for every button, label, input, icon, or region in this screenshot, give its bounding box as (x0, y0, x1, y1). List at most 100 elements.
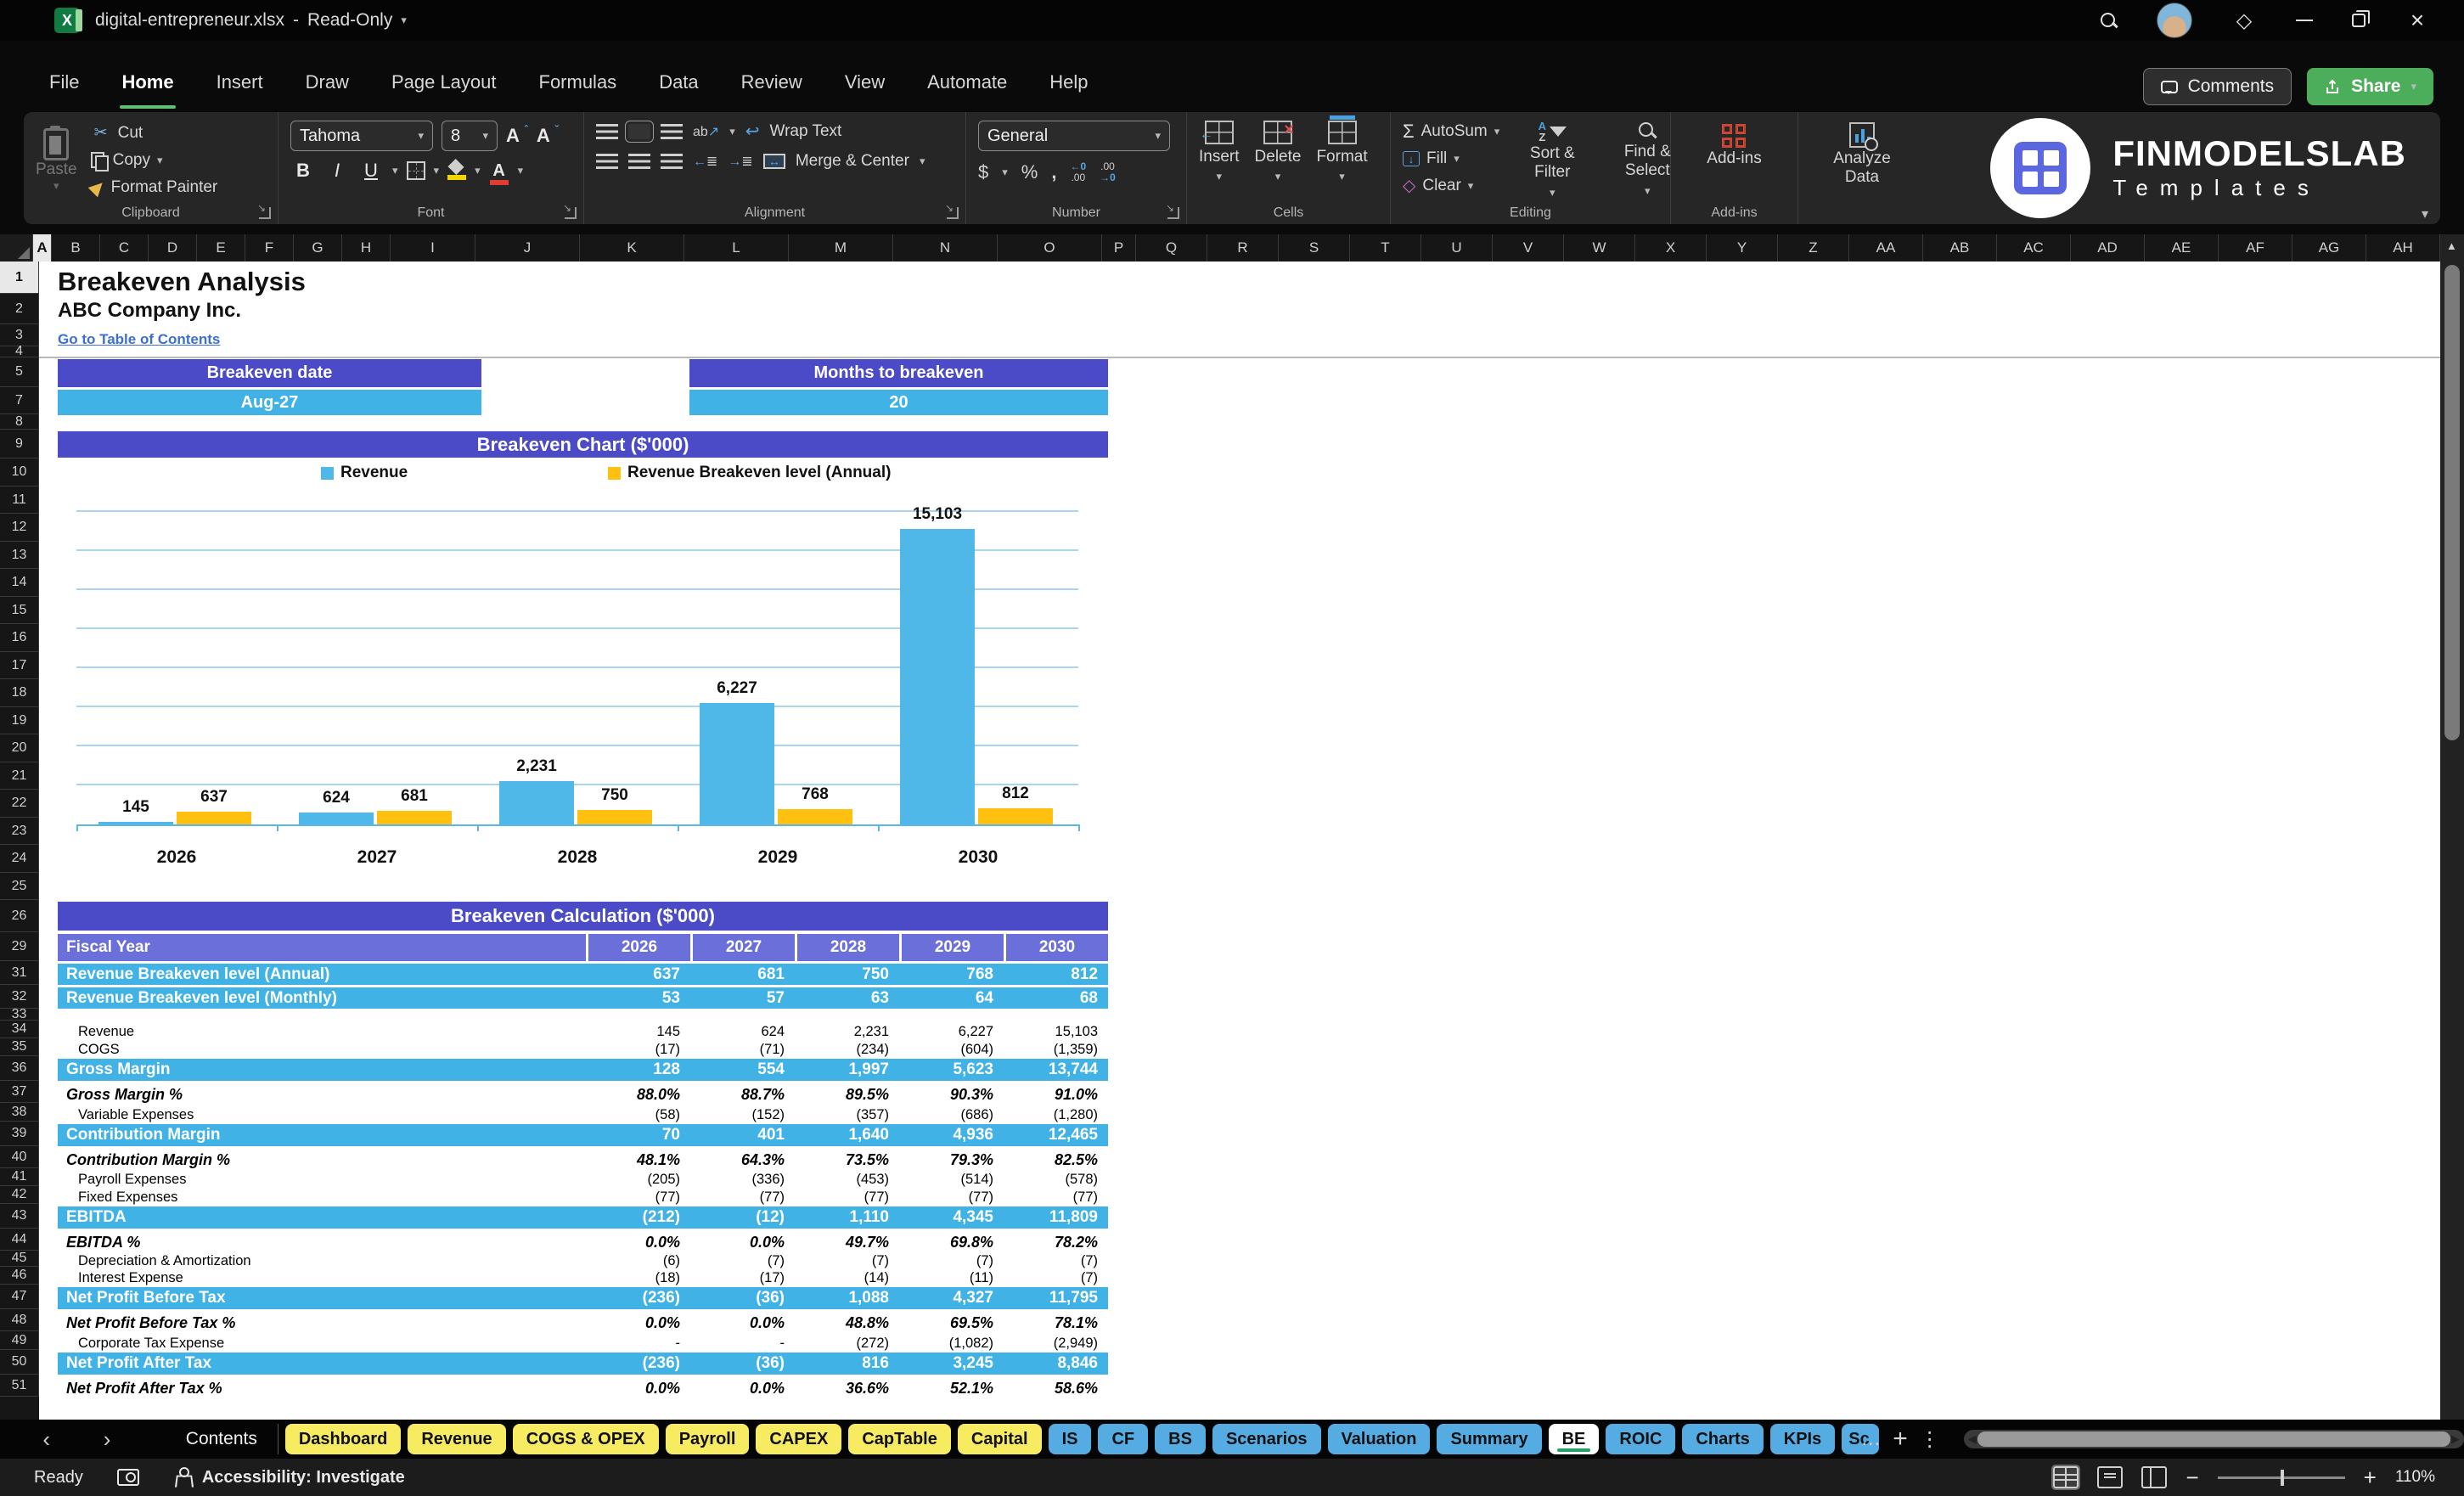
italic-button[interactable]: I (324, 160, 350, 182)
row-header-7[interactable]: 7 (0, 387, 39, 414)
table-row[interactable]: EBITDA % 0.0% 0.0% 49.7% 69.8% 78.2% (58, 1231, 1108, 1253)
chevron-down-icon[interactable]: ▾ (729, 125, 735, 138)
table-row[interactable]: Fixed Expenses (77) (77) (77) (77) (77) (58, 1189, 1108, 1206)
sheet-tab-valuation[interactable]: Valuation (1327, 1424, 1431, 1454)
select-all-corner[interactable] (0, 234, 33, 262)
row-header-14[interactable]: 14 (0, 569, 39, 597)
comma-style-icon[interactable]: , (1051, 161, 1056, 183)
column-header-R[interactable]: R (1207, 234, 1279, 262)
currency-icon[interactable]: $ (978, 161, 988, 183)
column-header-AE[interactable]: AE (2145, 234, 2219, 262)
sheet-tab-capital[interactable]: Capital (957, 1424, 1042, 1454)
zoom-percentage[interactable]: 110% (2395, 1468, 2435, 1487)
row-header-25[interactable]: 25 (0, 873, 39, 900)
row-header-33[interactable]: 33 (0, 1007, 39, 1021)
sheet-menu-button[interactable]: ⋮ (1920, 1427, 1940, 1452)
breakeven-chart[interactable]: 145 624 2,231 6,227 15,103 637 681 750 768 812 (76, 503, 1080, 831)
row-header-20[interactable]: 20 (0, 734, 39, 762)
share-button[interactable]: Share ▾ (2307, 68, 2433, 105)
wrap-text-icon[interactable]: ↩ (745, 121, 760, 142)
column-header-AC[interactable]: AC (1997, 234, 2071, 262)
borders-icon[interactable] (406, 161, 425, 180)
scroll-up-icon[interactable]: ▲ (2446, 239, 2457, 252)
font-size-select[interactable]: 8 ▾ (442, 121, 498, 151)
sheet-tab-cf[interactable]: CF (1098, 1424, 1149, 1454)
chevron-down-icon[interactable]: ▾ (518, 164, 524, 177)
autosum-button[interactable]: Σ AutoSum ▾ (1403, 121, 1499, 143)
menu-tab-insert[interactable]: Insert (201, 63, 278, 102)
sheet-tab-dashboard[interactable]: Dashboard (284, 1424, 402, 1454)
column-header-AF[interactable]: AF (2219, 234, 2292, 262)
column-header-P[interactable]: P (1102, 234, 1136, 262)
row-header-4[interactable]: 4 (0, 344, 39, 358)
column-header-C[interactable]: C (100, 234, 149, 262)
collapse-ribbon-icon[interactable]: ▾ (2422, 205, 2428, 222)
table-row[interactable]: Net Profit After Tax % 0.0% 0.0% 36.6% 52.1%… (58, 1377, 1108, 1399)
align-middle-icon[interactable] (625, 120, 654, 143)
row-header-22[interactable]: 22 (0, 790, 39, 818)
row-header-43[interactable]: 43 (0, 1204, 39, 1229)
chevron-down-icon[interactable]: ▾ (475, 164, 481, 177)
column-header-U[interactable]: U (1421, 234, 1493, 262)
bold-button[interactable]: B (290, 160, 316, 182)
row-header-37[interactable]: 37 (0, 1081, 39, 1103)
row-header-50[interactable]: 50 (0, 1350, 39, 1375)
menu-tab-home[interactable]: Home (106, 63, 188, 109)
row-header-24[interactable]: 24 (0, 845, 39, 873)
column-header-H[interactable]: H (342, 234, 391, 262)
row-header-13[interactable]: 13 (0, 542, 39, 569)
table-row[interactable]: Net Profit After Tax (236) (36) 816 3,245 8,8… (58, 1353, 1108, 1377)
add-sheet-button[interactable]: + (1893, 1425, 1908, 1454)
row-header-1[interactable]: 1 (0, 262, 39, 294)
fill-color-icon[interactable] (447, 161, 467, 180)
column-header-AG[interactable]: AG (2292, 234, 2366, 262)
row-header-45[interactable]: 45 (0, 1251, 39, 1267)
table-row[interactable]: Payroll Expenses (205) (336) (453) (514) (578… (58, 1171, 1108, 1189)
prev-sheet-arrow[interactable]: ‹ (32, 1426, 60, 1453)
column-headers[interactable]: A B C D E F G H I J K L M N O P Q R S T U V W X Y Z AA AB AC AD AE AF AG… (0, 234, 2440, 262)
column-header-Y[interactable]: Y (1707, 234, 1778, 262)
table-row[interactable]: Gross Margin 128 554 1,997 5,623 13,744 (58, 1059, 1108, 1083)
chevron-down-icon[interactable]: ▾ (920, 155, 925, 168)
column-header-X[interactable]: X (1635, 234, 1707, 262)
insert-cells-button[interactable]: ← Insert ▾ (1199, 121, 1240, 183)
table-row[interactable]: Net Profit Before Tax % 0.0% 0.0% 48.8% 69.5… (58, 1312, 1108, 1334)
row-header-15[interactable]: 15 (0, 597, 39, 624)
row-header-21[interactable]: 21 (0, 762, 39, 790)
chevron-down-icon[interactable]: ▾ (1002, 166, 1008, 179)
menu-tab-file[interactable]: File (34, 63, 94, 102)
zoom-in-button[interactable]: + (2364, 1465, 2377, 1491)
table-of-contents-link[interactable]: Go to Table of Contents (58, 331, 220, 348)
vertical-scrollbar-thumb[interactable] (2444, 265, 2460, 740)
column-header-M[interactable]: M (789, 234, 893, 262)
clear-button[interactable]: ◇ Clear ▾ (1403, 175, 1499, 196)
increase-indent-icon[interactable]: →≣ (728, 153, 752, 170)
column-header-N[interactable]: N (893, 234, 998, 262)
row-header-29[interactable]: 29 (0, 932, 39, 961)
merge-center-icon[interactable]: ↔ (762, 154, 785, 169)
row-header-18[interactable]: 18 (0, 679, 39, 707)
font-color-icon[interactable]: A (489, 161, 509, 185)
column-header-I[interactable]: I (391, 234, 475, 262)
cut-button[interactable]: ✂ Cut (86, 121, 223, 145)
table-row[interactable]: Interest Expense (18) (17) (14) (11) (7) (58, 1269, 1108, 1287)
chevron-down-icon[interactable]: ▾ (434, 164, 440, 177)
row-header-10[interactable]: 10 (0, 458, 39, 486)
premium-diamond-icon[interactable]: ◇ (2231, 8, 2257, 33)
align-top-icon[interactable] (596, 123, 618, 139)
page-layout-view-icon[interactable] (2097, 1466, 2124, 1488)
table-row[interactable] (58, 1011, 1108, 1023)
sheet-tab-payroll[interactable]: Payroll (665, 1424, 750, 1454)
decrease-indent-icon[interactable]: ←≣ (693, 153, 717, 170)
row-header-34[interactable]: 34 (0, 1021, 39, 1038)
row-headers[interactable]: 1 2 3 4 5 7 8 9 10 11 12 13 14 15 16 17 18 19 20 21 22 23 24 25… (0, 262, 39, 1420)
zoom-slider-thumb[interactable] (2280, 1469, 2284, 1486)
format-cells-button[interactable]: Format ▾ (1316, 115, 1368, 183)
increase-font-icon[interactable]: Aˆ (506, 123, 528, 147)
close-button[interactable]: × (2405, 7, 2430, 34)
row-header-19[interactable]: 19 (0, 707, 39, 734)
row-header-23[interactable]: 23 (0, 818, 39, 845)
row-header-40[interactable]: 40 (0, 1146, 39, 1168)
row-header-39[interactable]: 39 (0, 1122, 39, 1146)
table-row[interactable]: Revenue Breakeven level (Monthly) 53 57 63 6… (58, 987, 1108, 1011)
